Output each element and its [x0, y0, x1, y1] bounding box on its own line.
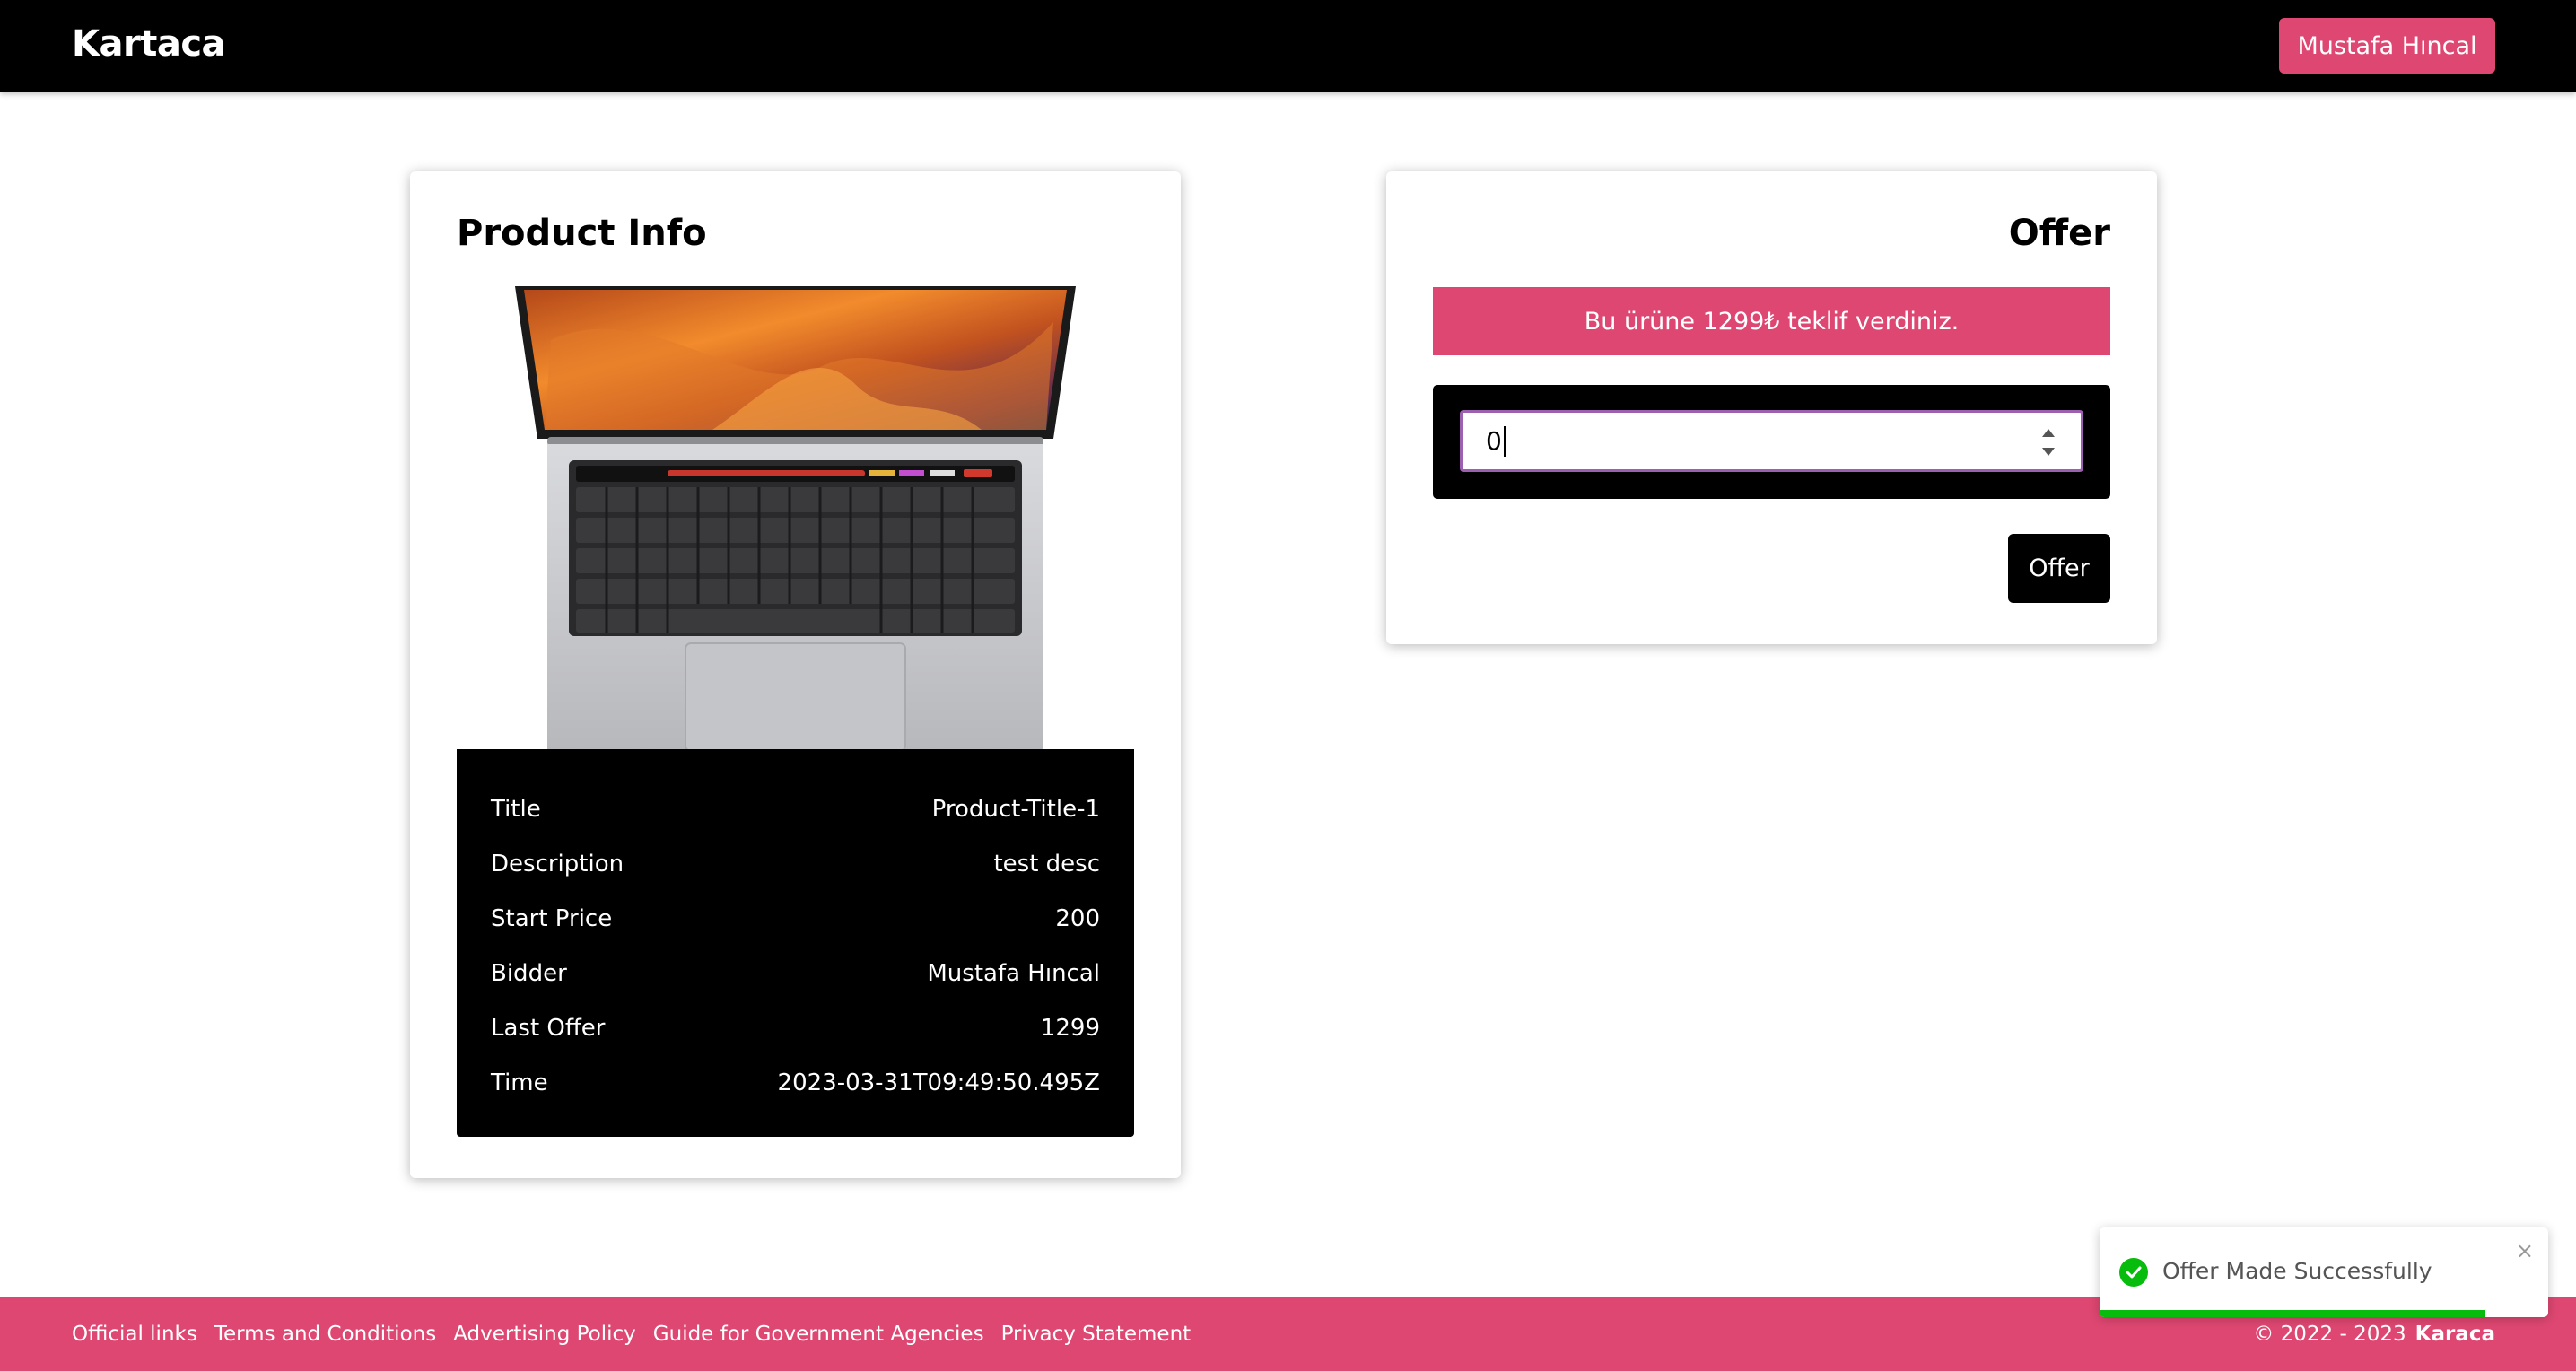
- detail-row-last-offer: Last Offer 1299: [491, 1000, 1100, 1055]
- footer-link-advertising[interactable]: Advertising Policy: [453, 1323, 636, 1346]
- detail-label: Bidder: [491, 959, 567, 987]
- detail-label: Start Price: [491, 904, 613, 932]
- text-caret: [1503, 425, 1506, 457]
- detail-row-bidder: Bidder Mustafa Hıncal: [491, 946, 1100, 1000]
- copyright-brand[interactable]: Karaca: [2415, 1323, 2495, 1346]
- detail-row-description: Description test desc: [491, 836, 1100, 891]
- offer-card: Offer Bu ürüne 1299₺ teklif verdiniz. 0 …: [1386, 171, 2157, 644]
- detail-value: test desc: [993, 850, 1100, 878]
- laptop-image: [515, 286, 1076, 751]
- success-toast[interactable]: Offer Made Successfully ×: [2100, 1227, 2548, 1317]
- detail-value: Mustafa Hıncal: [927, 959, 1100, 987]
- product-details-table: Title Product-Title-1 Description test d…: [457, 749, 1134, 1137]
- detail-label: Last Offer: [491, 1014, 606, 1042]
- spinner-up-icon[interactable]: [2042, 429, 2055, 437]
- footer-link-official[interactable]: Official links: [72, 1323, 197, 1346]
- footer-link-terms[interactable]: Terms and Conditions: [214, 1323, 436, 1346]
- spinner-down-icon[interactable]: [2042, 448, 2055, 456]
- detail-label: Time: [491, 1069, 548, 1096]
- user-menu-button[interactable]: Mustafa Hıncal: [2279, 18, 2495, 74]
- offer-input-value: 0: [1486, 426, 1502, 456]
- detail-label: Title: [491, 795, 541, 823]
- product-info-card: Product Info Title Product-Title-1 Descr…: [410, 171, 1181, 1178]
- product-info-title: Product Info: [457, 213, 707, 254]
- footer-link-government[interactable]: Guide for Government Agencies: [653, 1323, 984, 1346]
- toast-progress-bar: [2100, 1310, 2485, 1317]
- copyright-text: © 2022 - 2023: [2253, 1323, 2406, 1346]
- detail-row-title: Title Product-Title-1: [491, 782, 1100, 836]
- toast-message: Offer Made Successfully: [2162, 1258, 2432, 1284]
- check-circle-icon: [2119, 1258, 2148, 1287]
- detail-label: Description: [491, 850, 624, 878]
- detail-value: 1299: [1040, 1014, 1100, 1042]
- detail-value: 200: [1055, 904, 1100, 932]
- footer-link-privacy[interactable]: Privacy Statement: [1001, 1323, 1192, 1346]
- offer-input-container: 0: [1433, 385, 2110, 499]
- detail-value: 2023-03-31T09:49:50.495Z: [777, 1069, 1100, 1096]
- offer-alert-banner: Bu ürüne 1299₺ teklif verdiniz.: [1433, 287, 2110, 355]
- close-icon[interactable]: ×: [2516, 1238, 2534, 1263]
- offer-amount-input[interactable]: 0: [1460, 410, 2083, 472]
- brand-logo[interactable]: Kartaca: [72, 23, 226, 65]
- detail-row-time: Time 2023-03-31T09:49:50.495Z: [491, 1055, 1100, 1110]
- detail-value: Product-Title-1: [931, 795, 1100, 823]
- top-navbar: Kartaca Mustafa Hıncal: [0, 0, 2576, 92]
- offer-title: Offer: [2008, 213, 2110, 254]
- number-spinner[interactable]: [2041, 429, 2056, 456]
- detail-row-start-price: Start Price 200: [491, 891, 1100, 946]
- footer-links: Official links Terms and Conditions Adve…: [72, 1297, 1191, 1371]
- submit-offer-button[interactable]: Offer: [2008, 534, 2110, 603]
